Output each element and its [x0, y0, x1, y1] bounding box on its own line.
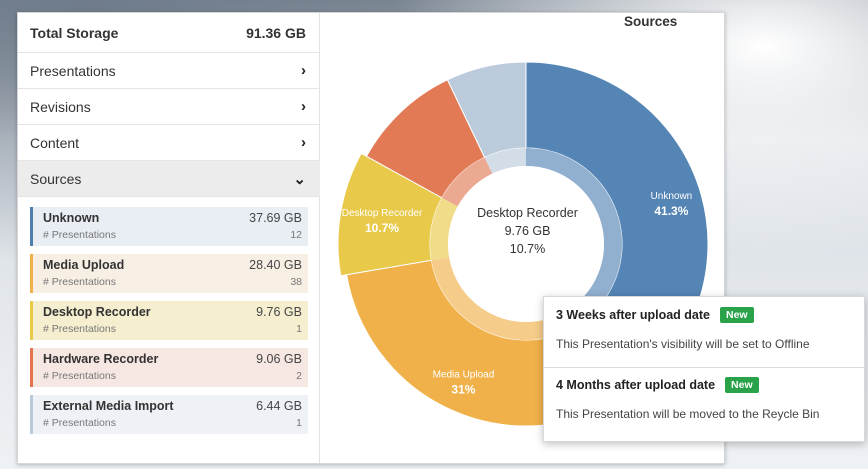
- source-count: 12: [290, 229, 302, 241]
- new-badge: New: [720, 307, 754, 323]
- source-item-external-media-import[interactable]: External Media Import 6.44 GB # Presentat…: [30, 395, 308, 434]
- tooltip-body: This Presentation's visibility will be s…: [556, 337, 810, 351]
- source-count: 1: [296, 417, 302, 429]
- source-item-desktop-recorder[interactable]: Desktop Recorder 9.76 GB # Presentations 1: [30, 301, 308, 340]
- section-presentations[interactable]: Presentations ›: [18, 53, 320, 89]
- donut-center-label: Desktop Recorder 9.76 GB 10.7%: [450, 204, 605, 258]
- source-item-unknown[interactable]: Unknown 37.69 GB # Presentations 12: [30, 207, 308, 246]
- storage-sidebar: Total Storage 91.36 GB Presentations › R…: [18, 13, 320, 463]
- section-sources[interactable]: Sources ⌄: [18, 161, 320, 197]
- total-storage-label: Total Storage: [30, 24, 119, 41]
- chevron-down-icon: ⌄: [293, 170, 306, 188]
- source-name: Unknown: [43, 211, 100, 225]
- chart-title: Sources: [624, 14, 678, 29]
- section-label: Content: [30, 134, 80, 151]
- source-name: Media Upload: [43, 258, 125, 272]
- section-content[interactable]: Content ›: [18, 125, 320, 161]
- section-label: Presentations: [30, 62, 116, 79]
- source-size: 28.40 GB: [249, 258, 302, 272]
- section-revisions[interactable]: Revisions ›: [18, 89, 320, 125]
- total-storage-row: Total Storage 91.36 GB: [18, 13, 320, 53]
- chevron-right-icon: ›: [301, 98, 306, 115]
- slice-label-name: Unknown: [651, 191, 693, 202]
- source-name: External Media Import: [43, 399, 174, 413]
- section-label: Sources: [30, 170, 82, 187]
- tooltip-title: 3 Weeks after upload date: [556, 308, 710, 322]
- retention-tooltip: 3 Weeks after upload date New This Presen…: [543, 296, 866, 442]
- center-source-name: Desktop Recorder: [477, 206, 578, 220]
- total-storage-value: 91.36 GB: [246, 24, 306, 41]
- source-count-label: # Presentations: [43, 323, 116, 335]
- source-size: 37.69 GB: [249, 211, 302, 225]
- slice-label-pct: 41.3%: [654, 204, 688, 218]
- source-count: 38: [290, 276, 302, 288]
- chevron-right-icon: ›: [301, 62, 306, 79]
- source-item-hardware-recorder[interactable]: Hardware Recorder 9.06 GB # Presentations…: [30, 348, 308, 387]
- source-count: 1: [296, 323, 302, 335]
- source-name: Desktop Recorder: [43, 305, 151, 319]
- center-source-pct: 10.7%: [509, 242, 546, 256]
- source-count-label: # Presentations: [43, 276, 116, 288]
- center-source-size: 9.76 GB: [504, 224, 551, 238]
- slice-label-name: Desktop Recorder: [342, 208, 423, 219]
- tooltip-body: This Presentation will be moved to the R…: [556, 407, 820, 421]
- source-count: 2: [296, 370, 302, 382]
- tooltip-section: 4 Months after upload date New This Prese…: [544, 377, 866, 421]
- chevron-right-icon: ›: [301, 134, 306, 151]
- source-item-media-upload[interactable]: Media Upload 28.40 GB # Presentations 38: [30, 254, 308, 293]
- new-badge: New: [725, 377, 759, 393]
- source-size: 9.06 GB: [256, 352, 302, 366]
- source-count-label: # Presentations: [43, 370, 116, 382]
- slice-label-name: Media Upload: [433, 369, 495, 380]
- tooltip-divider: [544, 367, 866, 368]
- source-size: 9.76 GB: [256, 305, 302, 319]
- section-label: Revisions: [30, 98, 91, 115]
- slice-label-pct: 31%: [451, 382, 475, 396]
- tooltip-section: 3 Weeks after upload date New This Presen…: [544, 307, 866, 351]
- source-name: Hardware Recorder: [43, 352, 159, 366]
- source-count-label: # Presentations: [43, 229, 116, 241]
- source-count-label: # Presentations: [43, 417, 116, 429]
- source-size: 6.44 GB: [256, 399, 302, 413]
- tooltip-title: 4 Months after upload date: [556, 378, 716, 392]
- slice-label-pct: 10.7%: [365, 221, 399, 235]
